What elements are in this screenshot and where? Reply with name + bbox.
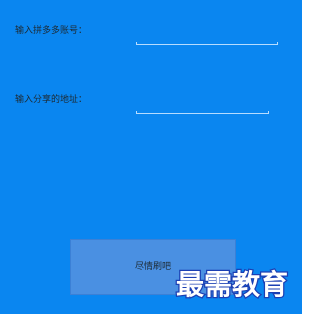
- account-input-decoration: [136, 27, 278, 45]
- share-address-input-decoration: [136, 96, 269, 114]
- start-button[interactable]: 尽情刷吧: [70, 239, 236, 295]
- start-button-label: 尽情刷吧: [134, 262, 171, 272]
- app-window: 输入拼多多账号： 输入分享的地址： 尽情刷吧 最需教育: [0, 0, 302, 314]
- share-address-label: 输入分享的地址：: [15, 95, 88, 105]
- account-row: 输入拼多多账号：: [0, 15, 302, 55]
- account-input-tick-right: [277, 42, 278, 45]
- account-label: 输入拼多多账号：: [15, 26, 88, 36]
- share-address-input-tick-right: [268, 111, 269, 114]
- account-input-tick-left: [136, 42, 137, 45]
- share-address-row: 输入分享的地址：: [0, 84, 302, 124]
- share-address-input-tick-left: [136, 111, 137, 114]
